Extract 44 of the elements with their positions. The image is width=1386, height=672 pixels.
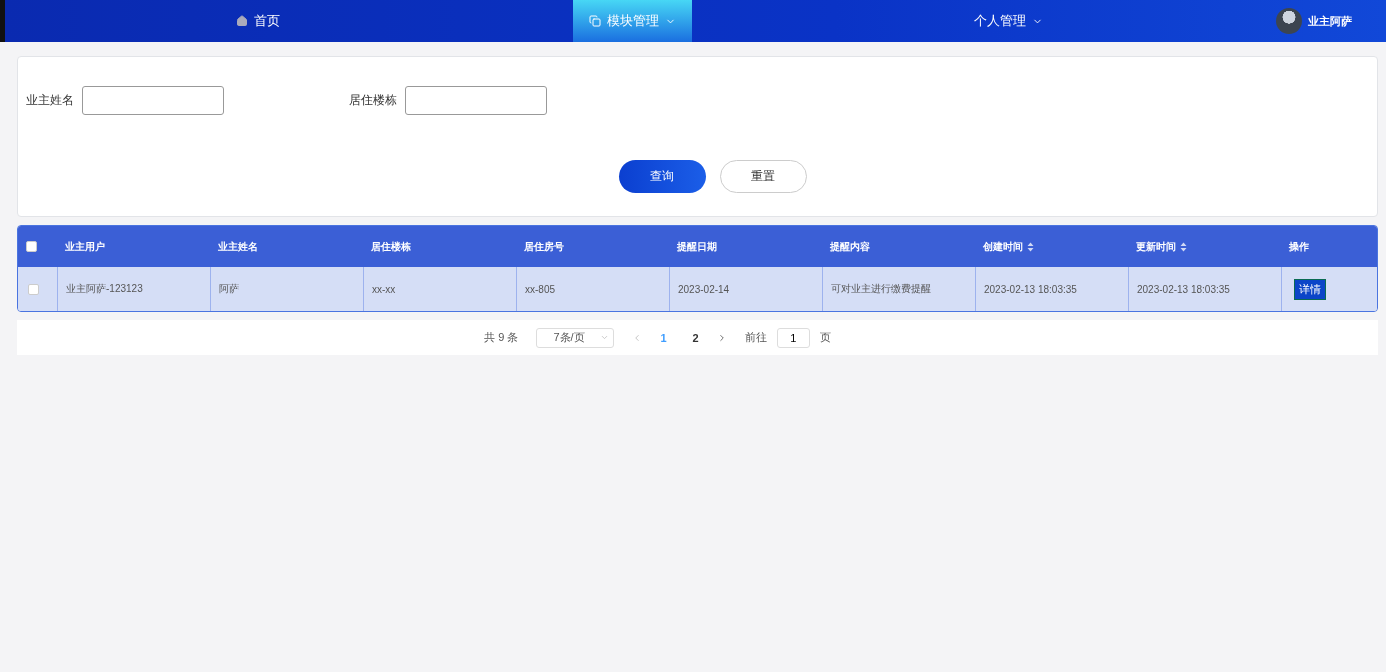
- details-button[interactable]: 详情: [1294, 278, 1326, 300]
- sort-icon[interactable]: [1180, 241, 1187, 252]
- table-cell: 2023-02-14: [678, 283, 730, 295]
- table-cell: xx-xx: [372, 283, 396, 295]
- column-header: 居住楼栋: [371, 239, 411, 254]
- chevron-icon: [600, 333, 610, 342]
- page-number[interactable]: 2: [684, 331, 707, 344]
- column-header: 创建时间: [983, 239, 1023, 254]
- copy-icon: [589, 15, 602, 27]
- table-cell: 阿萨: [219, 282, 239, 296]
- column-header: 操作: [1289, 239, 1309, 254]
- nav-tab[interactable]: 首页: [219, 0, 296, 42]
- page-suffix: 页: [819, 330, 831, 345]
- table-cell: 2023-02-13 18:03:35: [1137, 283, 1230, 295]
- table-row[interactable]: 业主阿萨-123123 阿萨 xx-xx xx-805 2023-02-14 可对业主进行缴费提醒 2023-02-13 18:03:35 2023-02-13 18:03:35 详情: [18, 267, 1377, 311]
- table-cell: 2023-02-13 18:03:35: [984, 283, 1077, 295]
- column-header: 提醒内容: [830, 239, 870, 254]
- input-field[interactable]: [405, 86, 547, 115]
- header-cell[interactable]: 创建时间: [975, 226, 1128, 267]
- field-label: 业主姓名: [26, 92, 74, 109]
- input-field[interactable]: [82, 86, 224, 115]
- home-icon: [235, 15, 248, 27]
- header-cell[interactable]: 更新时间: [1128, 226, 1281, 267]
- reset-button[interactable]: 重置: [719, 160, 807, 193]
- page-input[interactable]: 1: [776, 327, 810, 348]
- column-header: 居住房号: [524, 239, 564, 254]
- page-size-select[interactable]: 7条/页: [536, 327, 615, 348]
- total-count: 共 9 条: [484, 330, 519, 345]
- table-cell: xx-805: [525, 283, 555, 295]
- column-header: 更新时间: [1136, 239, 1176, 254]
- sort-icon[interactable]: [1027, 241, 1034, 252]
- checkbox[interactable]: [28, 283, 39, 295]
- column-header: 业主用户: [65, 239, 105, 254]
- search-button[interactable]: 查询: [618, 160, 706, 193]
- table-cell: 业主阿萨-123123: [66, 282, 143, 296]
- checkbox[interactable]: [26, 241, 37, 252]
- column-header: 业主姓名: [218, 239, 258, 254]
- table-cell: 可对业主进行缴费提醒: [831, 282, 931, 296]
- column-header: 提醒日期: [677, 239, 717, 254]
- goto-label: 前往: [744, 330, 767, 345]
- avatar[interactable]: [1276, 8, 1302, 34]
- field-label: 居住楼栋: [349, 92, 397, 109]
- nav-tab[interactable]: 个人管理: [957, 0, 1059, 42]
- user-name[interactable]: 业主阿萨: [1308, 13, 1352, 29]
